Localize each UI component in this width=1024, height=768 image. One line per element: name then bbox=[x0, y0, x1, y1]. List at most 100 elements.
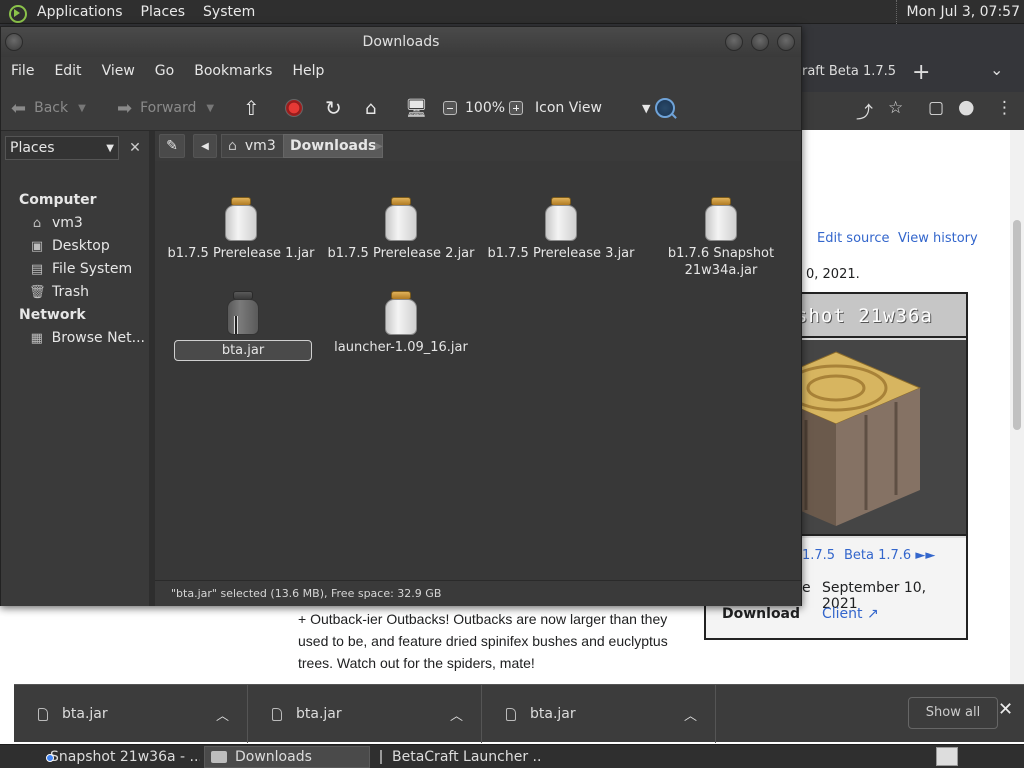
menu-edit[interactable]: Edit bbox=[44, 63, 91, 79]
sidebar-item-label: Trash bbox=[52, 284, 89, 300]
chevron-up-icon[interactable]: ︿ bbox=[216, 705, 229, 724]
more-menu-icon[interactable]: ⋮ bbox=[996, 98, 1013, 118]
menu-applications[interactable]: Applications bbox=[28, 4, 132, 20]
task-label: Downloads bbox=[235, 749, 312, 765]
chevron-up-icon[interactable]: ︿ bbox=[684, 705, 697, 724]
text-cursor-icon bbox=[231, 316, 239, 334]
edit-location-button[interactable]: ✎ bbox=[159, 134, 185, 158]
breadcrumb-vm3[interactable]: ⌂ vm3 bbox=[221, 134, 285, 158]
download-filename: bta.jar bbox=[530, 706, 576, 722]
show-all-downloads-button[interactable]: Show all bbox=[908, 697, 998, 729]
menu-view[interactable]: View bbox=[92, 63, 145, 79]
file-name: b1.7.5 Prerelease 2.jar bbox=[327, 246, 475, 261]
task-chrome[interactable]: Snapshot 21w36a - ... bbox=[36, 746, 200, 768]
zoom-out-icon bbox=[443, 101, 457, 115]
file-item[interactable]: b1.7.6 Snapshot 21w34a.jar bbox=[641, 197, 801, 279]
back-button[interactable]: ⬅ Back ▼ bbox=[11, 85, 86, 131]
sidebar-item-trash[interactable]: 🗑 Trash bbox=[29, 282, 145, 302]
up-button[interactable]: ⇧ bbox=[243, 85, 268, 131]
prev-version-link[interactable]: 1.7.5 bbox=[802, 548, 835, 563]
download-filename: bta.jar bbox=[296, 706, 342, 722]
home-button[interactable]: ⌂ bbox=[365, 85, 384, 131]
bookmark-star-icon[interactable]: ☆ bbox=[888, 98, 903, 118]
zoom-in-button[interactable] bbox=[509, 85, 523, 131]
chevron-up-icon[interactable]: ︿ bbox=[450, 705, 463, 724]
scrollbar-thumb[interactable] bbox=[1013, 220, 1021, 430]
applications-logo-icon[interactable] bbox=[6, 3, 27, 23]
sidebar-item-browse-network[interactable]: ▦ Browse Net... bbox=[29, 328, 145, 348]
menu-places[interactable]: Places bbox=[132, 4, 195, 20]
edit-source-link[interactable]: Edit source bbox=[817, 231, 889, 246]
changelog-paragraph: + Outback-ier Outbacks! Outbacks are now… bbox=[298, 611, 668, 671]
close-icon[interactable]: ✕ bbox=[998, 699, 1013, 720]
reload-button[interactable]: ↻ bbox=[325, 85, 350, 131]
view-mode-select[interactable]: Icon View ▼ bbox=[535, 85, 650, 131]
view-history-link[interactable]: View history bbox=[898, 231, 978, 246]
menu-bookmarks[interactable]: Bookmarks bbox=[184, 63, 282, 79]
java-app-icon bbox=[380, 750, 382, 764]
side-pane-selector[interactable]: Places ▼ bbox=[5, 136, 119, 160]
sidebar-item-desktop[interactable]: ▣ Desktop bbox=[29, 236, 145, 256]
computer-button[interactable]: 🖥 bbox=[405, 85, 436, 131]
window-titlebar[interactable]: Downloads bbox=[1, 27, 801, 57]
chevron-down-icon: ▼ bbox=[106, 142, 114, 154]
path-forward-button[interactable]: ▶ bbox=[371, 134, 387, 158]
download-item[interactable]: bta.jar ︿ bbox=[248, 685, 482, 743]
menu-system[interactable]: System bbox=[194, 4, 264, 20]
sidebar-item-vm3[interactable]: ⌂ vm3 bbox=[29, 213, 145, 233]
stop-button[interactable] bbox=[285, 85, 303, 131]
menubar: File Edit View Go Bookmarks Help bbox=[1, 57, 801, 85]
forward-history-dropdown-icon[interactable]: ▼ bbox=[206, 103, 214, 114]
share-icon[interactable]: ⤴ bbox=[856, 98, 873, 123]
path-back-button[interactable]: ◀ bbox=[193, 134, 217, 158]
file-name: bta.jar bbox=[174, 340, 312, 361]
sidebar-item-label: File System bbox=[52, 261, 133, 277]
workspace-switcher[interactable] bbox=[936, 747, 958, 766]
zoom-out-button[interactable] bbox=[443, 85, 457, 131]
arrow-up-icon: ⇧ bbox=[243, 96, 260, 120]
file-item[interactable]: b1.7.5 Prerelease 2.jar bbox=[321, 197, 481, 262]
menu-go[interactable]: Go bbox=[145, 63, 184, 79]
maximize-icon[interactable] bbox=[751, 33, 769, 51]
search-button[interactable] bbox=[655, 85, 675, 131]
arrow-left-icon: ⬅ bbox=[11, 97, 27, 119]
tab-search-chevron-icon[interactable]: ⌄ bbox=[990, 60, 1003, 79]
panel-clock[interactable]: Mon Jul 3, 07:57 bbox=[895, 0, 1020, 24]
download-item[interactable]: bta.jar ︿ bbox=[14, 685, 248, 743]
file-name: b1.7.5 Prerelease 1.jar bbox=[167, 246, 315, 261]
bottom-taskbar: Snapshot 21w36a - ... Downloads BetaCraf… bbox=[0, 744, 1024, 768]
profile-avatar-icon[interactable]: ● bbox=[958, 96, 975, 118]
back-history-dropdown-icon[interactable]: ▼ bbox=[78, 103, 86, 114]
sidebar-item-file-system[interactable]: ▤ File System bbox=[29, 259, 145, 279]
client-download-link[interactable]: Client ↗ bbox=[822, 606, 879, 622]
file-item[interactable]: b1.7.5 Prerelease 1.jar bbox=[161, 197, 321, 262]
side-pane-selector-label: Places bbox=[10, 140, 55, 156]
browser-tab[interactable]: raft Beta 1.7.5 bbox=[796, 59, 896, 91]
home-folder-icon: ⌂ bbox=[228, 138, 237, 154]
window-menu-icon[interactable] bbox=[5, 33, 23, 51]
downloads-bar: bta.jar ︿ bta.jar ︿ bta.jar ︿ Show all ✕ bbox=[14, 684, 1024, 743]
file-item[interactable]: b1.7.5 Prerelease 3.jar bbox=[481, 197, 641, 262]
file-item-selected[interactable]: bta.jar bbox=[163, 291, 323, 361]
forward-button[interactable]: ➡ Forward ▼ bbox=[117, 85, 214, 131]
file-item[interactable]: launcher-1.09_16.jar bbox=[321, 291, 481, 356]
task-downloads[interactable]: Downloads bbox=[204, 746, 370, 768]
menu-file[interactable]: File bbox=[1, 63, 44, 79]
menu-help[interactable]: Help bbox=[282, 63, 334, 79]
zoom-level[interactable]: 100% bbox=[465, 85, 505, 131]
file-name: b1.7.5 Prerelease 3.jar bbox=[487, 246, 635, 261]
file-icon-view[interactable]: b1.7.5 Prerelease 1.jar b1.7.5 Prereleas… bbox=[155, 161, 801, 606]
home-folder-icon: ⌂ bbox=[32, 215, 42, 231]
new-tab-icon[interactable]: + bbox=[912, 60, 930, 85]
trash-icon: 🗑 bbox=[29, 284, 46, 300]
close-side-pane-icon[interactable]: ✕ bbox=[123, 136, 147, 160]
minimize-icon[interactable] bbox=[725, 33, 743, 51]
jar-file-icon bbox=[384, 197, 418, 241]
next-version-link[interactable]: Beta 1.7.6 ►► bbox=[844, 548, 935, 563]
close-window-icon[interactable] bbox=[777, 33, 795, 51]
task-betacraft[interactable]: BetaCraft Launcher ... bbox=[374, 746, 540, 768]
download-item[interactable]: bta.jar ︿ bbox=[482, 685, 716, 743]
browser-scrollbar[interactable] bbox=[1010, 130, 1024, 684]
side-panel-icon[interactable]: ▢ bbox=[928, 98, 944, 118]
breadcrumb-downloads[interactable]: Downloads bbox=[283, 134, 384, 158]
